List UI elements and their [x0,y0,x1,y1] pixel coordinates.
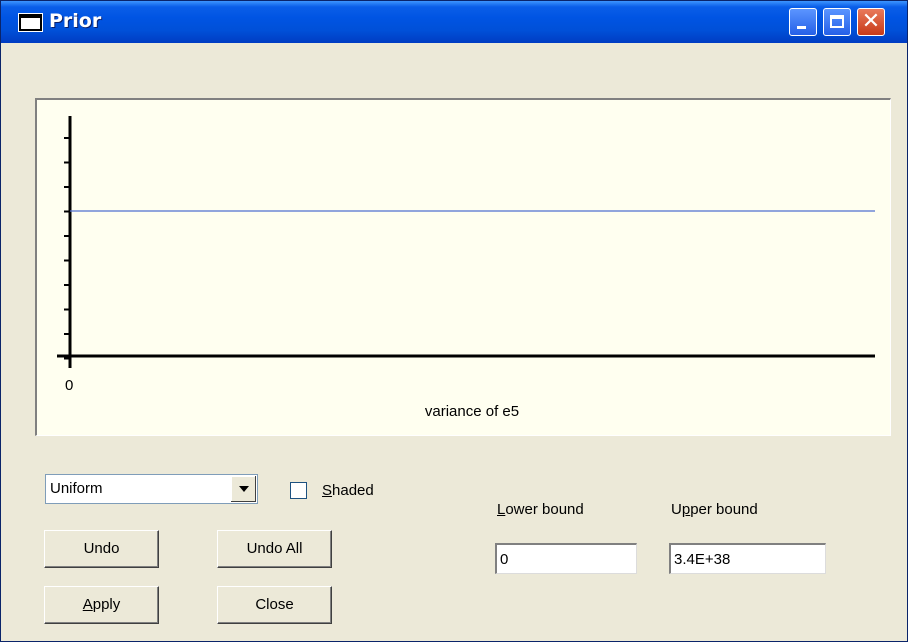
distribution-select[interactable]: Uniform [45,474,258,504]
chevron-down-icon[interactable] [230,476,256,502]
shaded-accel: S [322,482,333,499]
distribution-value: Uniform [50,480,103,497]
window-icon [18,13,43,32]
maximize-icon [830,15,844,28]
close-button[interactable]: Close [217,586,332,624]
x-axis-label: variance of e5 [425,403,519,420]
shaded-checkbox[interactable] [290,482,307,499]
shaded-label[interactable]: Shaded [322,482,374,499]
minimize-icon [797,26,806,29]
maximize-button[interactable] [823,8,851,36]
prior-plot: 0 variance of e5 [57,116,875,420]
apply-button[interactable]: Apply [44,586,159,624]
upper-accel: p [681,501,691,518]
lower-bound-label: Lower bound [497,501,584,518]
upper-bound-label: Upper bound [671,501,758,518]
lower-bound-value: 0 [500,551,509,568]
prior-window: Prior ✕ 0 variance of e5 Uniform Shaded … [0,0,908,642]
upper-bound-value: 3.4E+38 [674,551,731,568]
upper-prefix: U [671,501,682,518]
undo-button[interactable]: Undo [44,530,159,568]
apply-accel: A [82,596,93,613]
upper-bound-field[interactable]: 3.4E+38 [669,543,826,574]
upper-label-rest: per bound [690,501,758,518]
close-icon: ✕ [861,9,881,34]
minimize-button[interactable] [789,8,817,36]
lower-label-rest: ower bound [505,501,584,518]
undo-all-button[interactable]: Undo All [217,530,332,568]
x-tick-label: 0 [65,377,73,394]
apply-label-rest: pply [92,596,121,613]
shaded-label-rest: haded [332,482,374,499]
plot-area: 0 variance of e5 [35,98,891,436]
window-title: Prior [49,10,102,32]
title-bar[interactable]: Prior ✕ [1,1,907,43]
lower-bound-field[interactable]: 0 [495,543,637,574]
close-window-button[interactable]: ✕ [857,8,885,36]
